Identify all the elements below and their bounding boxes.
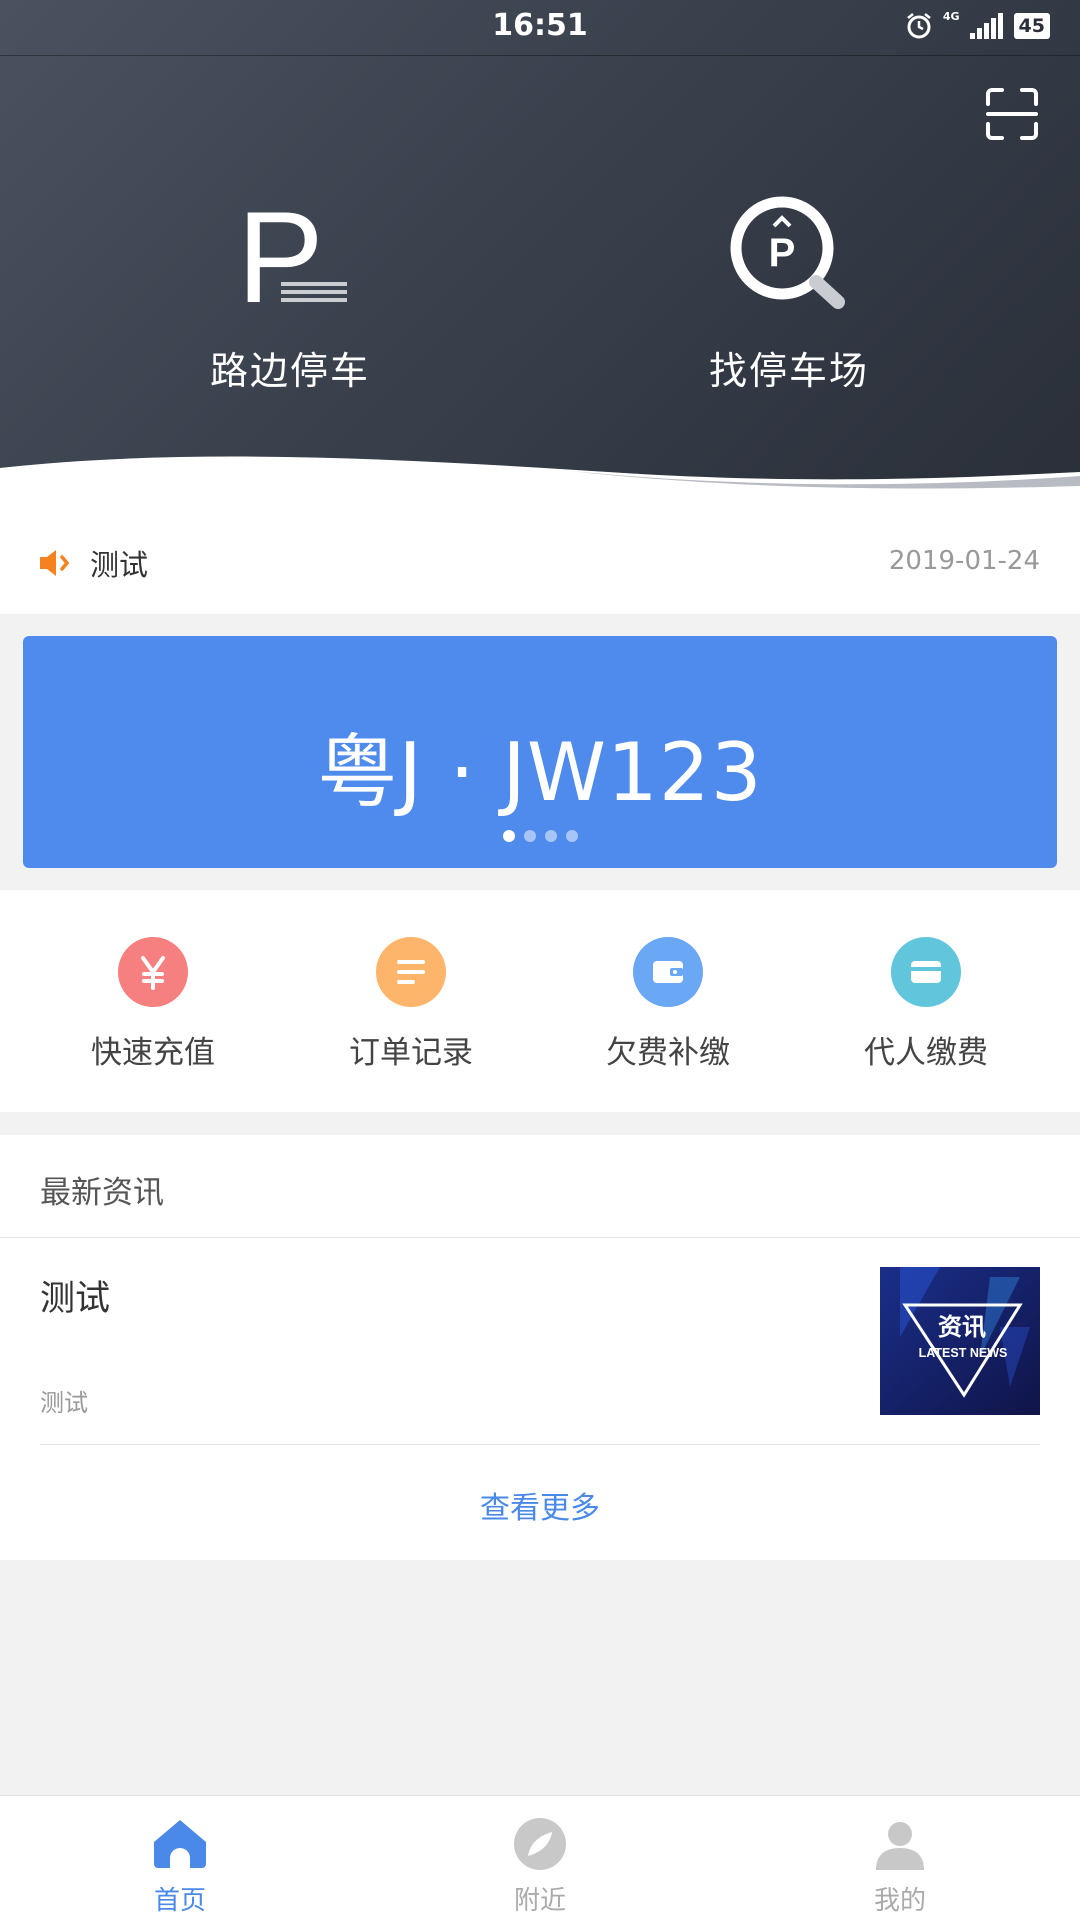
pay-for-others-label: 代人缴费 xyxy=(864,1035,988,1071)
header-wave xyxy=(0,456,1080,520)
quick-recharge-label: 快速充值 xyxy=(91,1035,215,1071)
arrears-payment-button[interactable]: 欠费补缴 xyxy=(568,937,768,1072)
pagination-dot[interactable] xyxy=(523,830,536,842)
pagination-dot[interactable] xyxy=(502,830,515,842)
header: 16:51 4G 45 P 路边停车 P 找停车场 xyxy=(0,0,1080,490)
scan-icon[interactable] xyxy=(984,86,1040,142)
order-records-label: 订单记录 xyxy=(349,1035,473,1071)
thumb-title: 资讯 xyxy=(938,1313,986,1341)
user-icon xyxy=(876,1822,924,1870)
tab-home-label: 首页 xyxy=(153,1886,206,1916)
license-plate: 粤J · JW123 xyxy=(317,726,763,819)
news-item-title[interactable]: 测试 xyxy=(40,1270,110,1321)
pagination-dot[interactable] xyxy=(565,830,578,842)
parking-p-icon: P xyxy=(237,190,347,320)
notice-date: 2019-01-24 xyxy=(888,546,1040,576)
tab-nearby-label: 附近 xyxy=(513,1886,566,1916)
divider xyxy=(0,1237,1080,1238)
home-icon xyxy=(154,1820,206,1868)
license-plate-banner[interactable]: 粤J · JW123 xyxy=(23,636,1057,868)
news-section: 最新资讯 测试 测试 资讯 LATEST NEWS 查看更多 xyxy=(0,1135,1080,1560)
alarm-icon xyxy=(907,13,931,39)
tab-nearby[interactable]: 附近 xyxy=(440,1814,640,1917)
list-icon xyxy=(376,937,446,1007)
tab-bar: 首页 附近 我的 xyxy=(0,1795,1080,1919)
yen-icon xyxy=(118,937,188,1007)
news-item-desc: 测试 xyxy=(40,1389,88,1417)
compass-icon xyxy=(514,1818,566,1870)
home-screen: 16:51 4G 45 P 路边停车 P 找停车场 测试 2019-01-24 … xyxy=(0,0,1080,1919)
find-parking-icon: P xyxy=(730,196,845,309)
pagination-dot[interactable] xyxy=(544,830,557,842)
tab-home[interactable]: 首页 xyxy=(80,1814,280,1917)
order-records-button[interactable]: 订单记录 xyxy=(311,937,511,1072)
banner-pagination xyxy=(23,830,1057,842)
card-icon xyxy=(891,937,961,1007)
svg-text:P: P xyxy=(769,231,796,275)
news-thumbnail[interactable]: 资讯 LATEST NEWS xyxy=(880,1267,1040,1415)
view-more-link[interactable]: 查看更多 xyxy=(0,1483,1080,1527)
speaker-icon xyxy=(40,550,70,576)
thumb-subtitle: LATEST NEWS xyxy=(919,1346,1008,1360)
notice-bar[interactable]: 测试 2019-01-24 xyxy=(0,510,1080,614)
notice-text: 测试 xyxy=(90,548,149,582)
quick-actions: 快速充值 订单记录 欠费补缴 代人缴费 xyxy=(0,890,1080,1112)
tab-mine-label: 我的 xyxy=(873,1886,926,1916)
quick-recharge-button[interactable]: 快速充值 xyxy=(53,937,253,1072)
arrears-payment-label: 欠费补缴 xyxy=(606,1035,730,1071)
roadside-parking-button[interactable]: P 路边停车 xyxy=(160,190,420,395)
divider xyxy=(40,1444,1040,1445)
roadside-parking-label: 路边停车 xyxy=(209,349,370,393)
find-parking-label: 找停车场 xyxy=(708,349,869,393)
signal-icon xyxy=(969,13,1003,39)
network-type: 4G xyxy=(942,9,960,23)
pay-for-others-button[interactable]: 代人缴费 xyxy=(826,937,1026,1072)
news-section-title: 最新资讯 xyxy=(40,1175,164,1211)
wallet-icon xyxy=(633,937,703,1007)
battery-level: 45 xyxy=(1013,13,1050,39)
find-parking-button[interactable]: P 找停车场 xyxy=(659,190,919,395)
status-bar: 16:51 4G 45 xyxy=(0,0,1080,56)
tab-mine[interactable]: 我的 xyxy=(800,1814,1000,1917)
